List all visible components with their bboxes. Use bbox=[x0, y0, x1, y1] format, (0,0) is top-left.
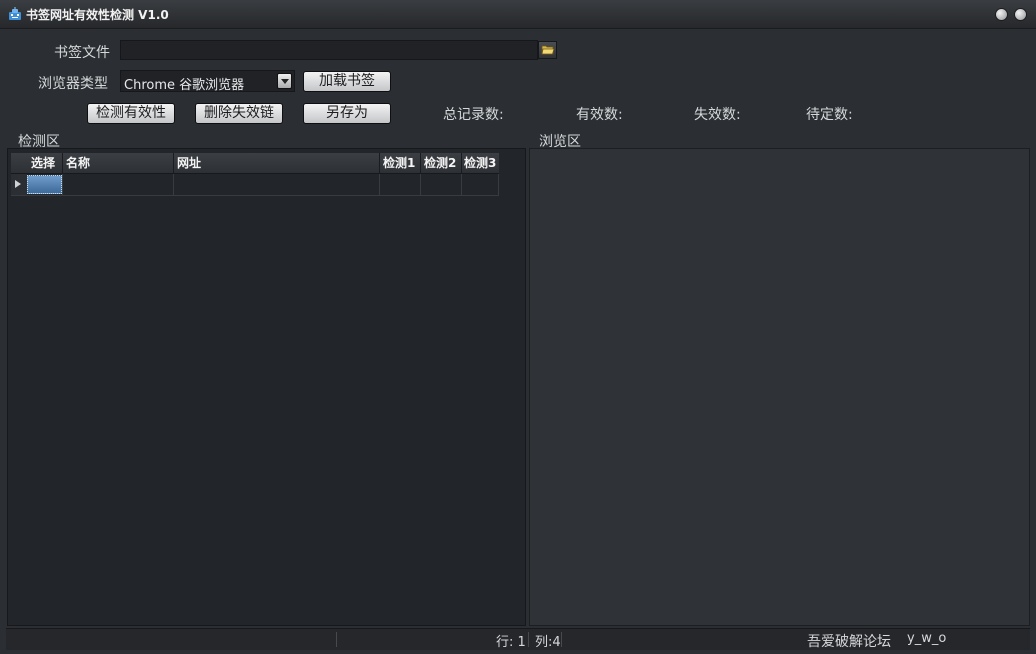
folder-open-icon bbox=[541, 45, 555, 55]
column-header-check3[interactable]: 检测3 bbox=[464, 153, 500, 173]
column-header-check2[interactable]: 检测2 bbox=[424, 153, 462, 173]
status-column: 列:4 bbox=[535, 635, 561, 650]
check-area-panel: 选择 名称 网址 检测1 检测2 检测3 bbox=[7, 148, 526, 626]
status-row: 行: 1 bbox=[496, 635, 526, 650]
bookmark-file-input[interactable] bbox=[120, 40, 538, 60]
pending-count-label: 待定数: bbox=[806, 107, 853, 123]
table-row[interactable] bbox=[11, 174, 499, 196]
select-cell[interactable] bbox=[27, 175, 62, 194]
total-count-label: 总记录数: bbox=[443, 107, 504, 123]
browser-type-value: Chrome 谷歌浏览器 bbox=[124, 78, 245, 93]
chevron-down-icon[interactable] bbox=[277, 73, 292, 89]
invalid-count-label: 失效数: bbox=[694, 107, 741, 123]
check-validity-button[interactable]: 检测有效性 bbox=[87, 103, 175, 124]
browse-area-panel[interactable] bbox=[529, 148, 1030, 626]
cell-divider bbox=[461, 174, 462, 195]
browser-type-label: 浏览器类型 bbox=[38, 76, 108, 92]
column-divider[interactable] bbox=[379, 153, 380, 173]
column-divider[interactable] bbox=[173, 153, 174, 173]
grid-header: 选择 名称 网址 检测1 检测2 检测3 bbox=[11, 153, 499, 174]
minimize-button[interactable] bbox=[995, 8, 1008, 21]
column-header-check1[interactable]: 检测1 bbox=[383, 153, 421, 173]
status-divider bbox=[336, 632, 337, 647]
current-row-indicator-icon bbox=[11, 174, 28, 195]
cell-divider bbox=[420, 174, 421, 195]
status-forum: 吾爱破解论坛 bbox=[807, 634, 891, 650]
column-header-url[interactable]: 网址 bbox=[177, 153, 377, 173]
column-divider[interactable] bbox=[62, 153, 63, 173]
app-robot-icon bbox=[9, 7, 21, 20]
column-divider[interactable] bbox=[420, 153, 421, 173]
column-header-select[interactable]: 选择 bbox=[31, 153, 65, 173]
cell-divider bbox=[173, 174, 174, 195]
valid-count-label: 有效数: bbox=[576, 107, 623, 123]
status-divider bbox=[561, 632, 562, 647]
status-bar: 行: 1 列:4 吾爱破解论坛 y_w_o bbox=[6, 628, 1030, 650]
browser-type-select[interactable]: Chrome 谷歌浏览器 bbox=[120, 70, 295, 93]
cell-divider bbox=[62, 174, 63, 195]
column-header-name[interactable]: 名称 bbox=[66, 153, 171, 173]
cell-divider bbox=[498, 174, 499, 195]
window-title: 书签网址有效性检测 V1.0 bbox=[26, 8, 169, 22]
delete-invalid-button[interactable]: 删除失效链 bbox=[195, 103, 283, 124]
load-bookmarks-button[interactable]: 加载书签 bbox=[303, 71, 391, 92]
bookmark-file-label: 书签文件 bbox=[54, 45, 110, 61]
status-divider bbox=[528, 632, 529, 647]
title-bar: 书签网址有效性检测 V1.0 bbox=[0, 0, 1036, 29]
browse-folder-button[interactable] bbox=[538, 41, 557, 59]
column-divider[interactable] bbox=[461, 153, 462, 173]
status-author: y_w_o bbox=[907, 631, 947, 646]
save-as-button[interactable]: 另存为 bbox=[303, 103, 391, 124]
close-button[interactable] bbox=[1014, 8, 1027, 21]
cell-divider bbox=[379, 174, 380, 195]
